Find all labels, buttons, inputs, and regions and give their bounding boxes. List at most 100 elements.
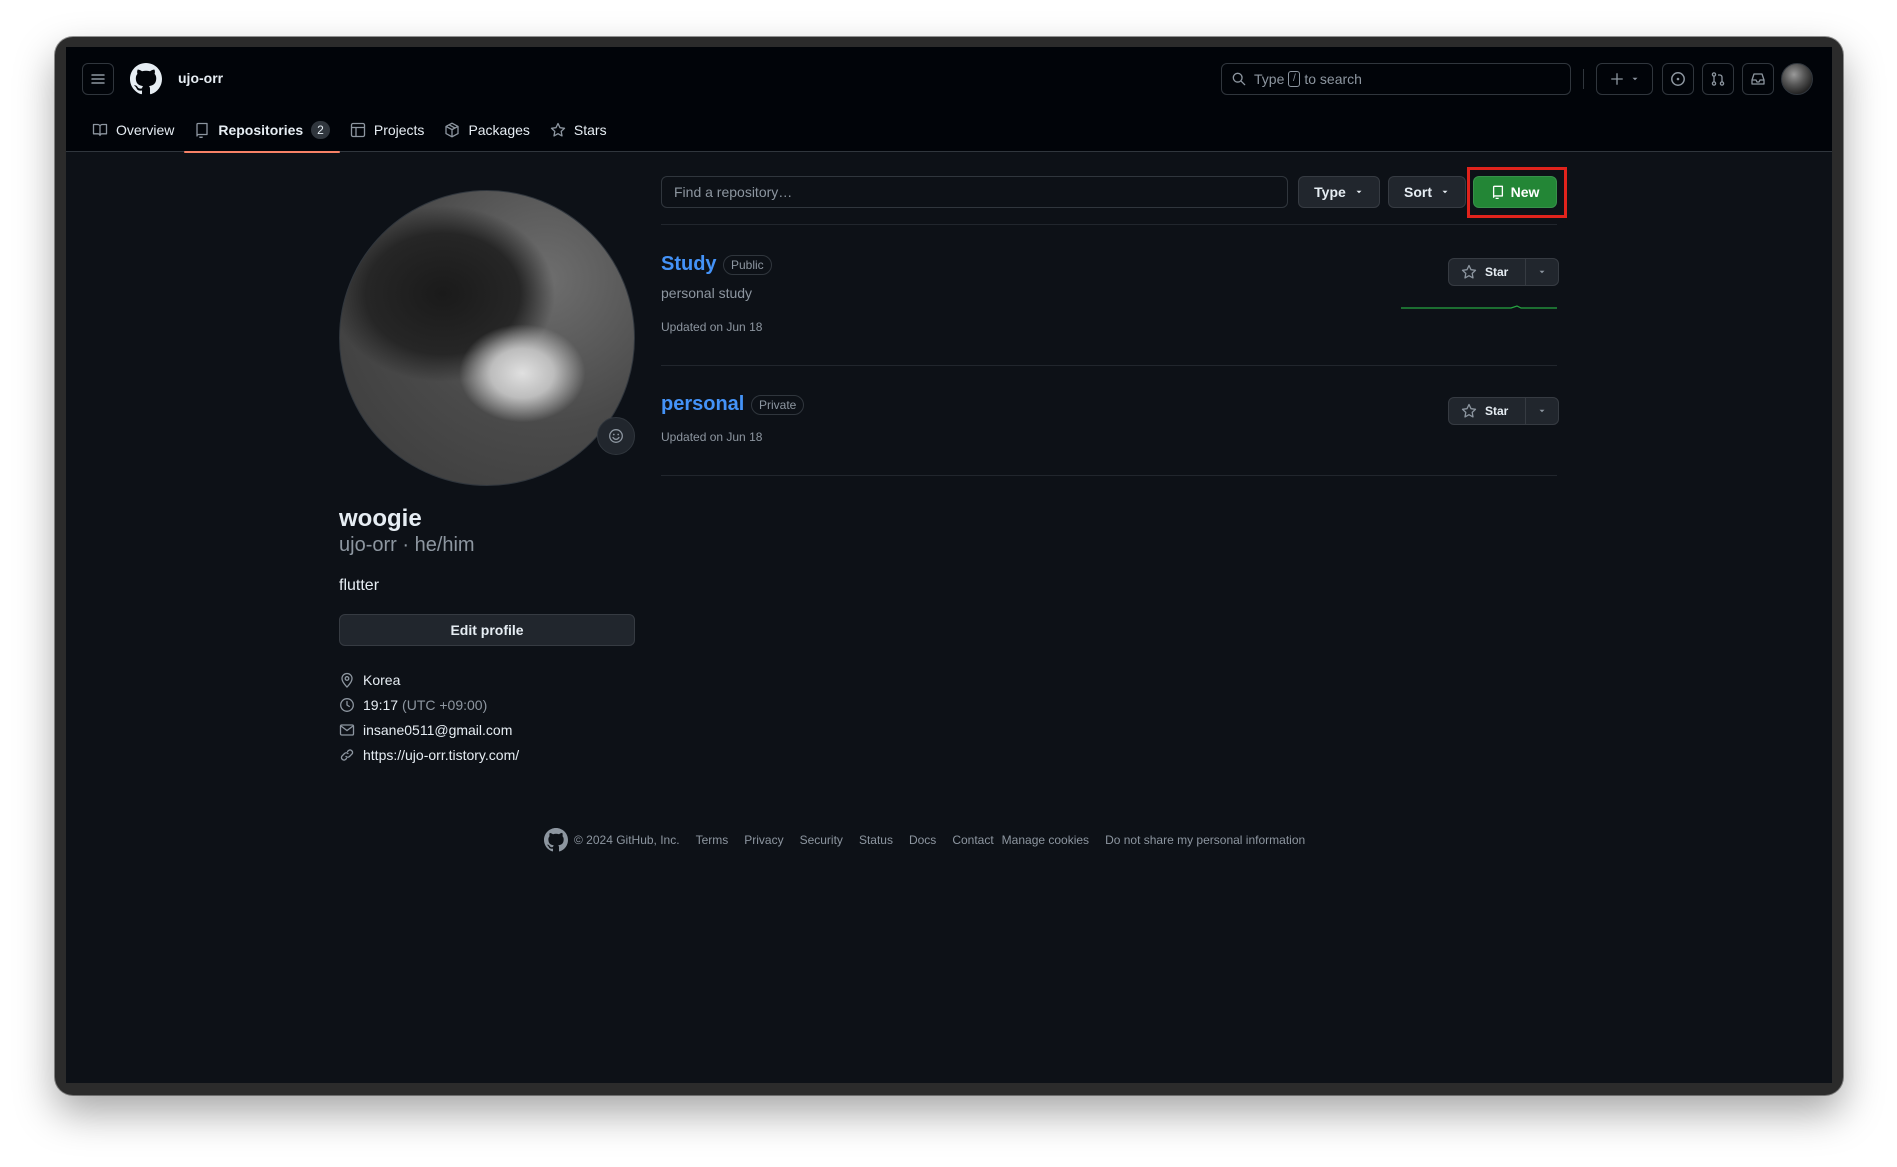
menu-button[interactable] <box>82 63 114 95</box>
triangle-down-icon <box>1356 190 1362 194</box>
tab-repositories[interactable]: Repositories 2 <box>184 107 340 153</box>
star-list-dropdown[interactable] <box>1526 398 1558 424</box>
table-icon <box>350 122 366 137</box>
profile-avatar[interactable] <box>339 190 635 486</box>
sort-button[interactable]: Sort <box>1388 176 1466 208</box>
search-shortcut-key: / <box>1288 71 1301 87</box>
tab-label: Projects <box>373 121 425 138</box>
star-button-group: Star <box>1448 258 1559 286</box>
footer-link-contact[interactable]: Contact <box>952 833 993 847</box>
star-label: Star <box>1485 265 1509 279</box>
visibility-badge: Private <box>751 395 805 415</box>
tab-packages[interactable]: Packages <box>434 107 539 152</box>
footer-link-manage-cookies[interactable]: Manage cookies <box>1002 833 1089 847</box>
footer-link-privacy[interactable]: Privacy <box>744 833 783 847</box>
profile-email[interactable]: insane0511@gmail.com <box>339 717 519 742</box>
edit-profile-button[interactable]: Edit profile <box>339 614 635 646</box>
footer-link-status[interactable]: Status <box>859 833 893 847</box>
app-header: ujo-orr Type / to search Overview Reposi… <box>66 47 1832 153</box>
page-footer: © 2024 GitHub, Inc. Terms Privacy Securi… <box>544 828 1321 852</box>
list-separator <box>661 475 1557 476</box>
github-mark-icon[interactable] <box>544 828 568 852</box>
inbox-icon <box>1751 73 1765 85</box>
profile-bio: flutter <box>339 577 380 594</box>
star-button[interactable]: Star <box>1449 259 1526 285</box>
triangle-down-icon <box>1442 190 1448 194</box>
footer-link-security[interactable]: Security <box>800 833 843 847</box>
tab-overview[interactable]: Overview <box>82 107 184 152</box>
profile-tabs: Overview Repositories 2 Projects Package… <box>82 107 617 153</box>
link-icon <box>340 748 354 761</box>
search-icon <box>1232 72 1246 86</box>
local-time-text: 19:17 <box>363 696 399 713</box>
star-list-dropdown[interactable] <box>1526 259 1558 285</box>
smiley-icon <box>609 429 623 443</box>
star-button-group: Star <box>1448 397 1559 425</box>
plus-icon <box>1610 73 1623 85</box>
issue-opened-icon <box>1671 72 1685 86</box>
tab-stars[interactable]: Stars <box>540 107 617 152</box>
email-link[interactable]: insane0511@gmail.com <box>363 722 512 738</box>
activity-sparkline <box>1401 305 1557 309</box>
find-repository-input[interactable]: Find a repository… <box>661 176 1288 208</box>
search-suffix: to search <box>1304 71 1362 87</box>
tab-projects[interactable]: Projects <box>340 107 435 152</box>
profile-location: Korea <box>339 667 519 692</box>
triangle-down-icon <box>1539 270 1545 274</box>
footer-link-terms[interactable]: Terms <box>696 833 729 847</box>
triangle-down-icon <box>1632 77 1637 81</box>
header-username[interactable]: ujo-orr <box>178 70 223 86</box>
repo-count-badge: 2 <box>311 120 330 139</box>
tab-label: Packages <box>468 121 530 138</box>
star-label: Star <box>1485 404 1509 418</box>
pull-requests-button[interactable] <box>1702 63 1734 95</box>
mail-icon <box>339 723 355 736</box>
repo-updated: Updated on Jun 18 <box>661 430 763 444</box>
website-link[interactable]: https://ujo-orr.tistory.com/ <box>363 747 519 763</box>
repo-updated: Updated on Jun 18 <box>661 320 763 334</box>
profile-details: Korea 19:17 (UTC +09:00) insane0511@gmai… <box>339 667 519 767</box>
book-icon <box>92 123 108 136</box>
search-prefix: Type <box>1254 71 1285 87</box>
triangle-down-icon <box>1539 409 1545 413</box>
footer-copyright: © 2024 GitHub, Inc. <box>574 833 680 847</box>
tab-label: Repositories <box>218 121 304 138</box>
location-text: Korea <box>363 671 401 688</box>
sort-label: Sort <box>1404 184 1432 200</box>
location-icon <box>341 672 353 688</box>
package-icon <box>445 122 460 137</box>
profile-login-pronouns: ujo-orr · he/him <box>339 534 475 556</box>
create-new-menu-button[interactable] <box>1596 63 1653 95</box>
user-avatar[interactable] <box>1781 63 1813 95</box>
repo-icon <box>196 122 209 138</box>
set-status-button[interactable] <box>597 417 635 455</box>
inbox-button[interactable] <box>1742 63 1774 95</box>
issues-button[interactable] <box>1662 63 1694 95</box>
repo-description: personal study <box>661 285 753 301</box>
tab-label: Stars <box>573 121 607 138</box>
visibility-badge: Public <box>723 255 772 275</box>
repo-name-link[interactable]: Study <box>661 253 717 276</box>
star-icon <box>550 122 566 137</box>
list-separator <box>661 224 1557 225</box>
star-icon <box>1461 264 1477 279</box>
footer-link-docs[interactable]: Docs <box>909 833 936 847</box>
github-logo-icon[interactable] <box>130 63 162 95</box>
browser-viewport: ujo-orr Type / to search Overview Reposi… <box>66 47 1832 1083</box>
clock-icon <box>340 697 354 712</box>
star-button[interactable]: Star <box>1449 398 1526 424</box>
profile-local-time: 19:17 (UTC +09:00) <box>339 692 519 717</box>
type-filter-button[interactable]: Type <box>1298 176 1380 208</box>
list-separator <box>661 365 1557 366</box>
hamburger-icon <box>91 74 105 84</box>
header-divider <box>1583 69 1584 89</box>
star-icon <box>1461 403 1477 418</box>
repo-name-link[interactable]: personal <box>661 393 744 416</box>
highlight-annotation <box>1467 167 1567 218</box>
global-search-input[interactable]: Type / to search <box>1221 63 1571 95</box>
type-filter-label: Type <box>1314 184 1346 200</box>
tab-label: Overview <box>116 121 175 138</box>
profile-display-name: woogie <box>339 505 422 532</box>
profile-website[interactable]: https://ujo-orr.tistory.com/ <box>339 742 519 767</box>
footer-link-do-not-share[interactable]: Do not share my personal information <box>1105 833 1305 847</box>
